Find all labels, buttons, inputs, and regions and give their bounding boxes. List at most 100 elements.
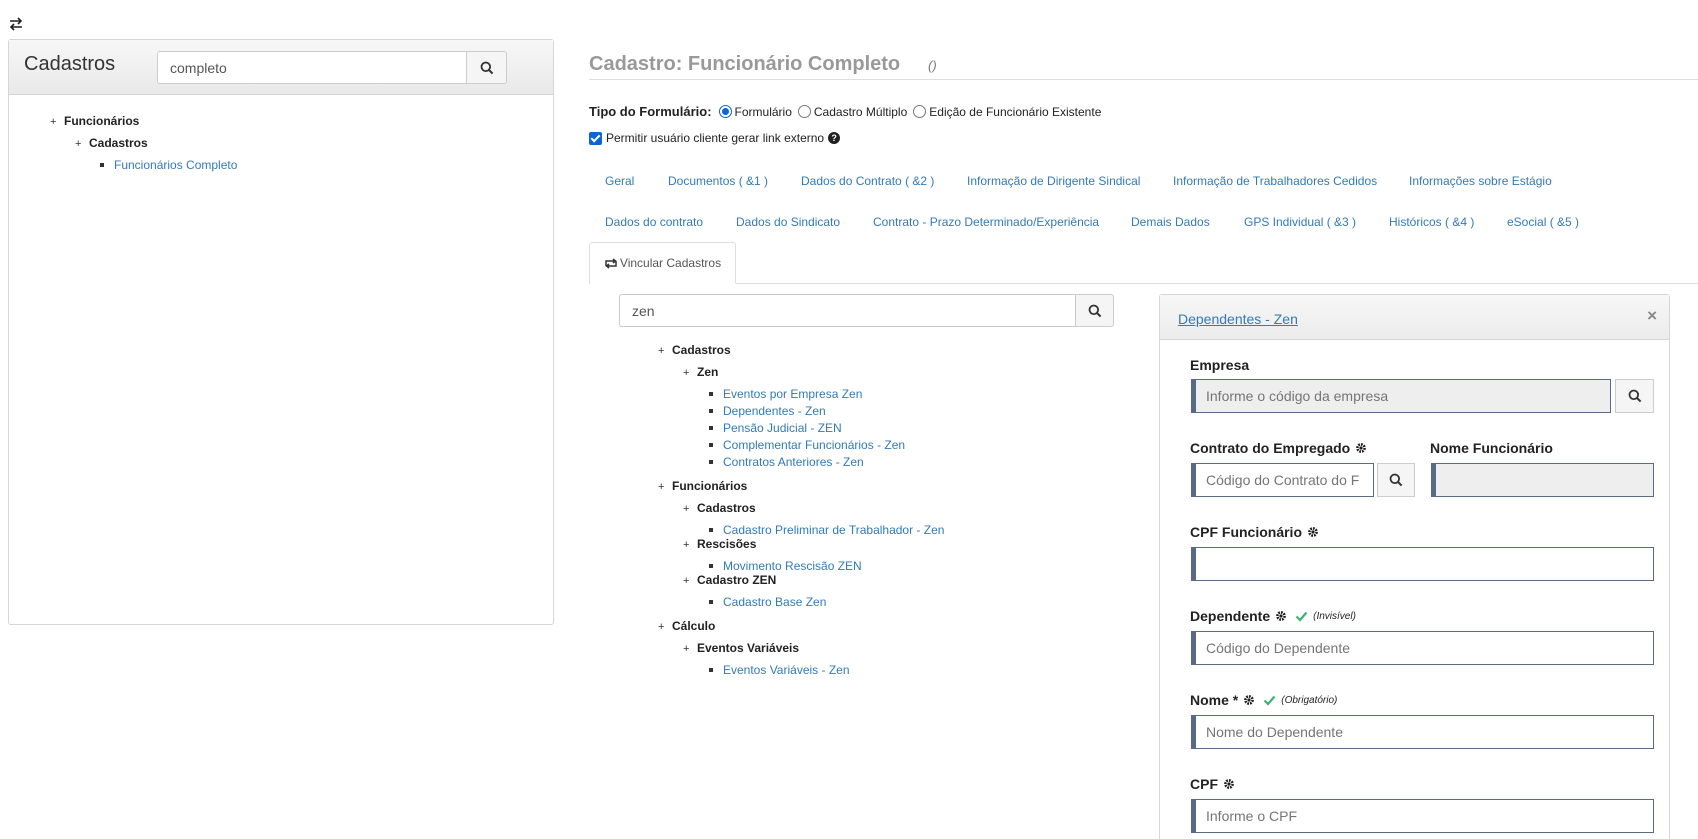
expand-icon: + [658, 481, 665, 493]
nome-hint: (Obrigatório) [1281, 694, 1338, 706]
tree-node-funcionarios[interactable]: + Funcionários [658, 479, 747, 493]
form-type-group: Tipo do Formulário: Formulário Cadastro … [589, 104, 1101, 119]
empresa-label: Empresa [1190, 357, 1249, 373]
tab-geral[interactable]: Geral [605, 174, 634, 188]
tree-leaf[interactable]: Complementar Funcionários - Zen [709, 438, 905, 452]
nome-funcionario-label-text: Nome Funcionário [1430, 440, 1553, 456]
tree-leaf[interactable]: Dependentes - Zen [709, 404, 826, 418]
tree-node-calculo[interactable]: + Cálculo [658, 619, 715, 633]
tab-documentos[interactable]: Documentos ( &1 ) [668, 174, 768, 188]
tree-node-eventos-variaveis[interactable]: + Eventos Variáveis [683, 641, 799, 655]
tree-node-cadastro-zen[interactable]: + Cadastro ZEN [683, 573, 776, 587]
bullet-icon [709, 599, 713, 604]
tab-contrato-prazo[interactable]: Contrato - Prazo Determinado/Experiência [873, 215, 1099, 229]
tab-dados-do-contrato[interactable]: Dados do Contrato ( &2 ) [801, 174, 934, 188]
gear-icon[interactable] [1223, 778, 1235, 790]
check-icon[interactable] [1295, 611, 1308, 622]
tab-gps-individual[interactable]: GPS Individual ( &3 ) [1244, 215, 1356, 229]
close-icon[interactable]: × [1647, 306, 1657, 326]
vincular-search-group [619, 294, 1114, 327]
bullet-icon [709, 563, 713, 568]
tree-leaf[interactable]: Cadastro Preliminar de Trabalhador - Zen [709, 523, 944, 537]
radio-cadastro-multiplo-label: Cadastro Múltiplo [813, 104, 908, 119]
search-icon [1389, 473, 1403, 487]
radio-edicao-funcionario[interactable] [913, 105, 927, 118]
contrato-label: Contrato do Empregado [1190, 440, 1367, 456]
cpf-label-text: CPF [1190, 776, 1218, 792]
tab-trabalhadores-cedidos[interactable]: Informação de Trabalhadores Cedidos [1173, 174, 1377, 188]
tree-leaf[interactable]: Contratos Anteriores - Zen [709, 455, 864, 469]
tab-estagio[interactable]: Informações sobre Estágio [1409, 174, 1552, 188]
tree-node-zen[interactable]: + Zen [683, 365, 718, 379]
tree-leaf[interactable]: Eventos Variáveis - Zen [709, 663, 850, 677]
tree-node-cadastros[interactable]: + Cadastros [75, 136, 148, 150]
gear-icon[interactable] [1355, 442, 1367, 454]
nome-funcionario-label: Nome Funcionário [1430, 440, 1553, 456]
tab-dados-sindicato[interactable]: Dados do Sindicato [736, 215, 840, 229]
tree-node-funcionarios[interactable]: + Funcionários [50, 114, 139, 128]
radio-formulario[interactable] [718, 105, 732, 118]
empresa-field[interactable] [1191, 379, 1611, 413]
nome-label-text: Nome * [1190, 692, 1239, 708]
empresa-search-button[interactable] [1615, 379, 1654, 413]
tab-demais-dados[interactable]: Demais Dados [1131, 215, 1210, 229]
help-icon[interactable]: ? [828, 132, 841, 144]
tree-node-func-cadastros[interactable]: + Cadastros [683, 501, 756, 515]
external-link-checkbox[interactable] [589, 131, 602, 145]
expand-icon: + [683, 575, 690, 587]
bullet-icon [709, 425, 713, 430]
expand-icon: + [683, 539, 690, 551]
swap-arrows-icon[interactable] [8, 17, 24, 31]
cpf-field[interactable] [1191, 799, 1654, 833]
tab-dirigente-sindical[interactable]: Informação de Dirigente Sindical [967, 174, 1140, 188]
link-arrows-icon [605, 257, 617, 269]
left-cadastros-panel: Cadastros +Funcionários +Cadastros Funci… [8, 39, 554, 625]
page-title: Cadastro: Funcionário Completo [589, 53, 901, 75]
tree-leaf[interactable]: Pensão Judicial - ZEN [709, 421, 842, 435]
expand-icon: + [683, 503, 690, 515]
bullet-icon [709, 442, 713, 447]
dependente-hint: (Invisível) [1313, 610, 1356, 622]
tab-esocial[interactable]: eSocial ( &5 ) [1507, 215, 1579, 229]
left-tree: + Funcionários + Cadastros Funcionários Co… [9, 40, 553, 624]
nome-label: Nome * (Obrigatório) [1190, 692, 1337, 708]
dependente-label-text: Dependente [1190, 608, 1271, 624]
contrato-field[interactable] [1191, 463, 1374, 497]
bullet-icon [709, 527, 713, 532]
radio-cadastro-multiplo[interactable] [797, 105, 811, 118]
nome-funcionario-field [1431, 463, 1654, 497]
gear-icon[interactable] [1307, 526, 1319, 538]
contrato-search-button[interactable] [1377, 463, 1415, 497]
tab-vincular-cadastros-label: Vincular Cadastros [619, 256, 722, 270]
nome-field[interactable] [1191, 715, 1654, 749]
title-divider [589, 79, 1698, 80]
external-link-option: Permitir usuário cliente gerar link exte… [589, 131, 841, 145]
tree-node-cadastros[interactable]: + Cadastros [658, 343, 731, 357]
expand-icon: + [50, 116, 57, 128]
expand-icon: + [658, 621, 665, 633]
tree-node-rescisoes[interactable]: + Rescisões [683, 537, 756, 551]
vincular-search-input[interactable] [619, 294, 1075, 327]
dependentes-panel-title[interactable]: Dependentes - Zen [1178, 311, 1298, 327]
tree-leaf[interactable]: Movimento Rescisão ZEN [709, 559, 862, 573]
contrato-label-text: Contrato do Empregado [1190, 440, 1351, 456]
bullet-icon [709, 408, 713, 413]
form-type-label: Tipo do Formulário: [589, 104, 712, 119]
radio-edicao-funcionario-label: Edição de Funcionário Existente [929, 104, 1102, 119]
dependente-field[interactable] [1191, 631, 1654, 665]
tab-vincular-cadastros[interactable]: Vincular Cadastros [589, 242, 736, 284]
dependente-label: Dependente (Invisível) [1190, 608, 1356, 624]
vincular-search-button[interactable] [1075, 294, 1114, 327]
gear-icon[interactable] [1275, 610, 1287, 622]
cpf-funcionario-field[interactable] [1191, 547, 1654, 581]
tree-leaf[interactable]: Cadastro Base Zen [709, 595, 826, 609]
check-icon[interactable] [1263, 695, 1276, 706]
gear-icon[interactable] [1243, 694, 1255, 706]
tree-leaf-funcionarios-completo[interactable]: Funcionários Completo [100, 158, 237, 172]
tab-historicos[interactable]: Históricos ( &4 ) [1389, 215, 1474, 229]
cpf-funcionario-label-text: CPF Funcionário [1190, 524, 1302, 540]
tabs-divider [589, 283, 1698, 284]
tree-leaf[interactable]: Eventos por Empresa Zen [709, 387, 862, 401]
tab-dados-contrato-2[interactable]: Dados do contrato [605, 215, 703, 229]
cpf-label: CPF [1190, 776, 1235, 792]
